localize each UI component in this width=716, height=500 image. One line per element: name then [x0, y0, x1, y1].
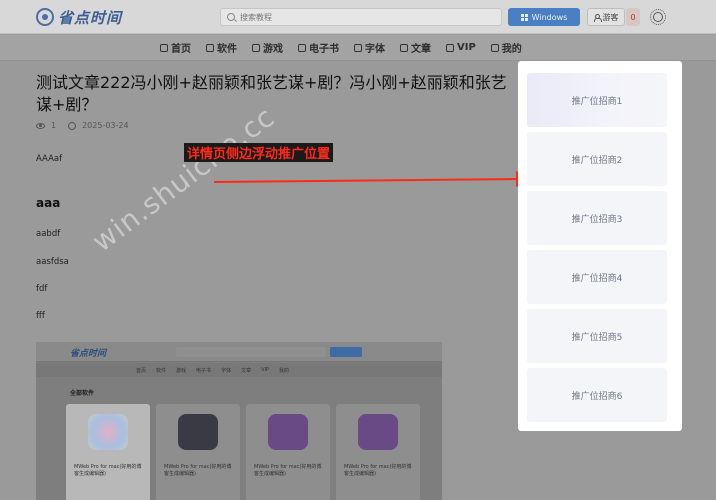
guest-button[interactable]: 游客 — [587, 8, 625, 26]
book-icon — [298, 43, 306, 52]
annotation-label: 详情页侧边浮动推广位置 — [184, 143, 334, 162]
diamond-icon — [446, 43, 454, 52]
screenshot-nav-item: 软件 — [156, 367, 167, 374]
screenshot-nav-item: 我的 — [279, 367, 290, 374]
screenshot-nav-item: 文章 — [241, 367, 252, 374]
site-logo[interactable]: 省点时间 — [36, 6, 122, 28]
user-icon — [490, 43, 499, 52]
screenshot-logo: 省点时间 — [70, 349, 107, 359]
windows-icon — [520, 13, 528, 21]
app-thumbnail-icon — [88, 414, 128, 450]
guest-label: 游客 — [602, 12, 619, 22]
paragraph: AAAaf — [36, 154, 63, 164]
theme-toggle-icon[interactable] — [650, 9, 666, 25]
main-nav: 首页 软件 游戏 电子书 字体 文章 VIP 我的 — [0, 35, 716, 61]
article-screenshot-image: 省点时间 首页 软件 游戏 电子书 字体 文章 VIP 我的 全部软件 MWeb… — [36, 342, 442, 500]
nav-item-games[interactable]: 游戏 — [252, 40, 283, 55]
nav-item-software[interactable]: 软件 — [206, 40, 237, 55]
card-caption: MWeb Pro for mac(好用的博客生成编辑器) — [164, 464, 232, 477]
site-header: 省点时间 搜索教程 Windows 游客 0 — [0, 0, 716, 34]
screenshot-section-title: 全部软件 — [70, 390, 95, 397]
promo-slot-4[interactable]: 推广位招商4 — [527, 250, 667, 304]
paragraph: aabdf — [36, 229, 61, 239]
promo-slot-2[interactable]: 推广位招商2 — [527, 132, 667, 186]
publish-date: 2025-03-24 — [82, 121, 129, 130]
promo-slot-3[interactable]: 推广位招商3 — [527, 191, 667, 245]
app-thumbnail-icon — [358, 414, 398, 450]
card-caption: MWeb Pro for mac(好用的博客生成编辑器) — [254, 464, 322, 477]
article-icon — [400, 43, 408, 52]
screenshot-nav-item: 游戏 — [176, 367, 187, 374]
windows-button[interactable]: Windows — [508, 8, 580, 26]
paragraph: fdf — [36, 284, 48, 294]
screenshot-card: MWeb Pro for mac(好用的博客生成编辑器) — [156, 404, 240, 500]
article-meta: 1 2025-03-24 — [36, 121, 129, 130]
nav-item-articles[interactable]: 文章 — [400, 40, 431, 55]
user-icon — [593, 13, 602, 22]
nav-item-ebooks[interactable]: 电子书 — [298, 40, 339, 55]
search-input[interactable]: 搜索教程 — [220, 8, 502, 26]
screenshot-windows-button — [330, 347, 362, 357]
section-heading: aaa — [36, 196, 61, 210]
software-icon — [206, 43, 214, 52]
nav-item-home[interactable]: 首页 — [160, 40, 191, 55]
search-placeholder: 搜索教程 — [240, 12, 272, 22]
screenshot-header: 省点时间 — [36, 342, 442, 362]
screenshot-card: MWeb Pro for mac(好用的博客生成编辑器) — [336, 404, 420, 500]
home-icon — [160, 43, 168, 52]
paragraph: fff — [36, 311, 45, 321]
app-thumbnail-icon — [178, 414, 218, 450]
screenshot-nav: 首页 软件 游戏 电子书 字体 文章 VIP 我的 — [36, 363, 442, 377]
screenshot-nav-item: VIP — [261, 367, 270, 373]
nav-item-fonts[interactable]: 字体 — [354, 40, 385, 55]
card-caption: MWeb Pro for mac(好用的博客生成编辑器) — [344, 464, 412, 477]
nav-item-mine[interactable]: 我的 — [490, 40, 522, 55]
clock-icon — [68, 121, 77, 130]
screenshot-nav-item: 字体 — [221, 367, 232, 374]
search-icon — [227, 13, 235, 21]
screenshot-search — [176, 347, 326, 357]
sidebar-promo-panel: 推广位招商1 推广位招商2 推广位招商3 推广位招商4 推广位招商5 推广位招商… — [518, 61, 682, 431]
screenshot-nav-item: 首页 — [136, 367, 147, 374]
app-thumbnail-icon — [268, 414, 308, 450]
article-title: 测试文章222冯小刚+赵丽颖和张艺谋+剧？冯小刚+赵丽颖和张艺谋+剧？ — [36, 73, 507, 114]
screenshot-card: MWeb Pro for mac(好用的博客生成编辑器) — [66, 404, 150, 500]
screenshot-card: MWeb Pro for mac(好用的博客生成编辑器) — [246, 404, 330, 500]
notification-badge[interactable]: 0 — [626, 8, 640, 26]
promo-slot-6[interactable]: 推广位招商6 — [527, 368, 667, 422]
nav-item-vip[interactable]: VIP — [446, 42, 476, 53]
gamepad-icon — [252, 43, 260, 52]
card-caption: MWeb Pro for mac(好用的博客生成编辑器) — [74, 464, 142, 477]
logo-icon — [36, 8, 54, 26]
promo-slot-5[interactable]: 推广位招商5 — [527, 309, 667, 363]
paragraph: aasfdsa — [36, 257, 69, 267]
annotation-arrow-icon — [214, 171, 534, 187]
view-count: 1 — [51, 121, 57, 130]
promo-slot-1[interactable]: 推广位招商1 — [527, 73, 667, 127]
font-icon — [354, 43, 362, 52]
views-icon — [36, 122, 45, 129]
screenshot-nav-item: 电子书 — [196, 367, 212, 374]
logo-text: 省点时间 — [58, 8, 123, 27]
windows-label: Windows — [531, 12, 568, 22]
